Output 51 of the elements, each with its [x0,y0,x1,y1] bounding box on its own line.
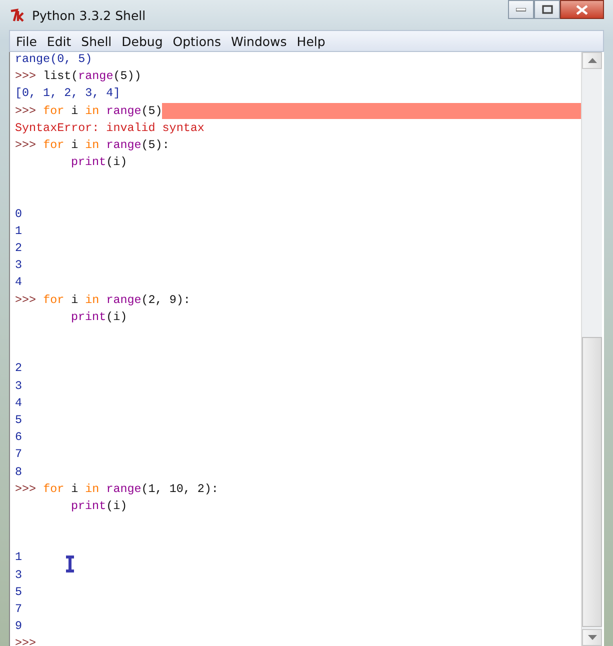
code-line: print(i) [70,498,128,515]
minimize-button[interactable] [508,0,534,19]
code-line: 6 [15,429,22,446]
code-line: >>> for i in range(2, 9): [15,292,190,309]
scroll-down-button[interactable] [582,629,602,646]
code-line: >>> for i in range(5): [15,136,170,154]
code-line: 4 [15,394,22,412]
text-cursor-icon [64,555,76,573]
menu-item[interactable]: Help [294,34,332,48]
code-line: 3 [15,566,22,584]
code-line: 3 [15,378,22,395]
code-line: 1 [15,222,22,240]
code-line: SyntaxError: invalid syntax [15,120,204,137]
menu-item[interactable]: Windows [228,34,294,48]
code-line: >>> list(range(5)) [15,68,142,86]
close-icon [576,4,588,14]
code-line: [0, 1, 2, 3, 4] [15,85,120,102]
code-line: 7 [15,446,22,464]
scroll-thumb[interactable] [582,337,602,627]
code-line: 7 [15,601,22,618]
code-line: >>> for i in range(1, 10, 2): [15,480,218,498]
menu-item[interactable]: Shell [78,34,119,48]
code-line: range(0, 5) [15,52,92,68]
scroll-up-button[interactable] [582,52,602,69]
code-line: 8 [15,464,22,480]
code-line: 3 [15,257,22,274]
menu-item[interactable]: Options [170,34,228,48]
code-line: 9 [15,618,22,636]
menu-item[interactable]: Debug [118,34,170,48]
close-button[interactable] [560,0,604,19]
menu-item[interactable]: Edit [44,34,78,48]
menu-item[interactable]: File [13,34,44,48]
window-title: Python 3.3.2 Shell [32,8,146,22]
feather-icon [10,8,26,22]
maximize-icon [542,5,552,14]
up-arrow-icon [588,58,596,63]
code-line: 0 [15,206,22,223]
code-line: 4 [15,274,22,292]
scrollbar[interactable] [581,52,602,646]
code-line: >>> [15,635,36,646]
code-line: print(i) [70,308,128,326]
down-arrow-icon [588,635,596,640]
code-line: 2 [15,360,22,378]
maximize-button[interactable] [534,0,560,19]
code-line: 1 [15,549,22,566]
code-line: 5 [15,584,22,601]
code-line: 5 [15,412,22,429]
code-line: print(i) [70,154,128,172]
code-line: >>> for i in range(5) [15,102,162,120]
code-line: 2 [15,240,22,258]
minimize-icon [516,8,526,12]
